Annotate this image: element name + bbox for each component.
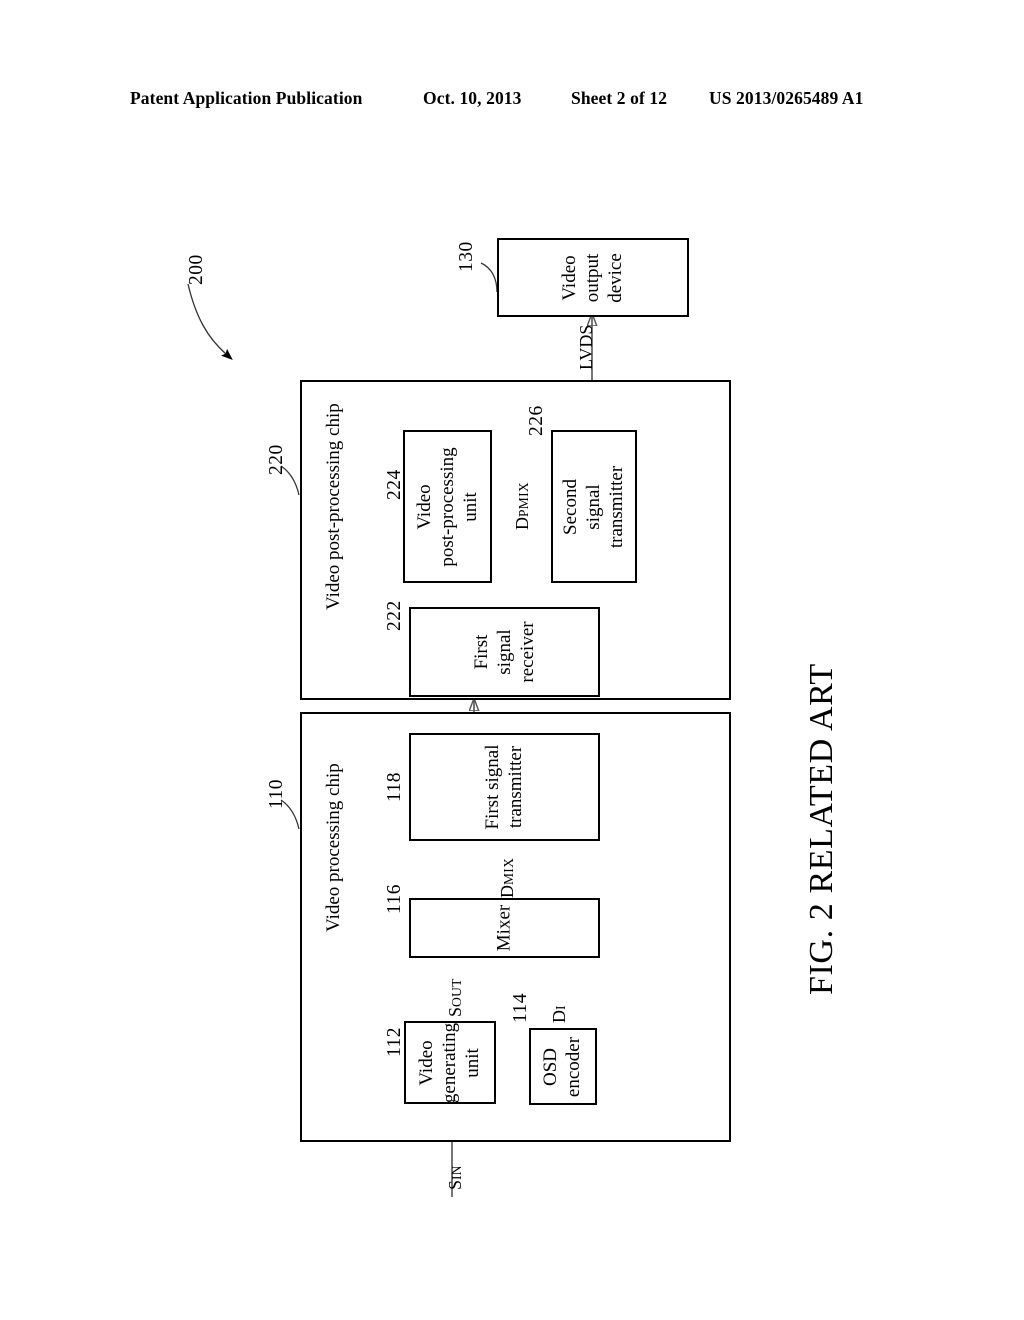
sout-base: S [445, 1006, 465, 1017]
block-video-output-device: Video output device [497, 238, 689, 317]
fsr-line-3: receiver [515, 621, 537, 683]
fsr-line-2: signal [493, 629, 515, 675]
vgu-line-2: generating [438, 1022, 460, 1103]
vpu-line-2: post-processing [436, 446, 458, 567]
di-base: D [549, 1010, 569, 1023]
signal-label-d-i: DI [549, 1005, 570, 1023]
sout-sub: OUT [449, 978, 464, 1007]
signal-label-s-in: SIN [445, 1165, 466, 1190]
sst-line-3: transmitter [605, 465, 627, 548]
block-mixer: Mixer [409, 898, 600, 958]
osd-line-1: OSD [540, 1047, 562, 1086]
first-signal-transmitter-label: First signal transmitter [482, 745, 528, 830]
ref-118: 118 [384, 771, 405, 802]
sin-sub: IN [449, 1165, 464, 1180]
video-output-device-label: Video output device [559, 253, 627, 303]
ref-114: 114 [510, 992, 531, 1023]
block-first-signal-transmitter: First signal transmitter [409, 733, 600, 841]
video-post-processing-unit-label: Video post-processing unit [413, 447, 481, 566]
vpu-line-3: unit [458, 491, 480, 522]
dpmix-base: D [512, 517, 532, 530]
ref-226: 226 [526, 405, 547, 436]
signal-label-s-out: SOUT [445, 978, 466, 1017]
sst-line-1: Second [559, 478, 581, 535]
figure-2-diagram: 200 Video output device 130 LVDS Video p… [0, 0, 1024, 1320]
video-processing-chip-label: Video processing chip [323, 763, 344, 932]
ref-110: 110 [266, 778, 287, 809]
ref-224: 224 [384, 469, 405, 500]
block-first-signal-receiver: First signal receiver [409, 607, 600, 697]
first-signal-receiver-label: First signal receiver [470, 621, 538, 682]
di-sub: I [553, 1005, 568, 1010]
ref-222: 222 [384, 600, 405, 631]
vpu-line-1: Video [413, 483, 435, 530]
dpmix-sub: PMIX [516, 482, 531, 517]
signal-label-lvds: LVDS [576, 325, 597, 370]
vod-line-1: Video [558, 254, 580, 301]
ref-112: 112 [384, 1026, 405, 1057]
ref-200: 200 [186, 254, 207, 285]
block-video-post-processing-unit: Video post-processing unit [403, 430, 492, 583]
fst-line-1: First signal [481, 744, 503, 830]
block-second-signal-transmitter: Second signal transmitter [551, 430, 637, 583]
vod-line-3: device [604, 252, 626, 303]
second-signal-transmitter-label: Second signal transmitter [560, 465, 628, 547]
fst-line-2: transmitter [504, 745, 526, 829]
ref-220: 220 [266, 444, 287, 475]
block-osd-encoder: OSD encoder [529, 1028, 597, 1105]
lvds-text: LVDS [576, 324, 596, 370]
block-video-generating-unit: Video generating unit [404, 1021, 496, 1104]
video-generating-unit-label: Video generating unit [416, 1022, 484, 1102]
ref-116: 116 [384, 883, 405, 914]
mixer-label: Mixer [493, 905, 516, 951]
video-post-processing-chip-label: Video post-processing chip [323, 403, 344, 610]
fsr-line-1: First [470, 634, 492, 670]
osd-encoder-label: OSD encoder [540, 1036, 586, 1096]
vgu-line-3: unit [461, 1047, 483, 1078]
osd-line-2: encoder [563, 1036, 584, 1097]
figure-caption: FIG. 2 RELATED ART [803, 663, 840, 995]
signal-label-d-mix: DMIX [497, 858, 518, 898]
vod-line-2: output [581, 253, 603, 302]
dmix-sub: MIX [501, 857, 516, 885]
ref-130: 130 [456, 241, 477, 272]
signal-label-d-pmix: DPMIX [512, 482, 533, 530]
sin-base: S [445, 1179, 465, 1190]
dmix-base: D [497, 885, 517, 898]
sst-line-2: signal [582, 483, 604, 530]
vgu-line-1: Video [415, 1039, 437, 1086]
mixer-text: Mixer [493, 904, 515, 952]
